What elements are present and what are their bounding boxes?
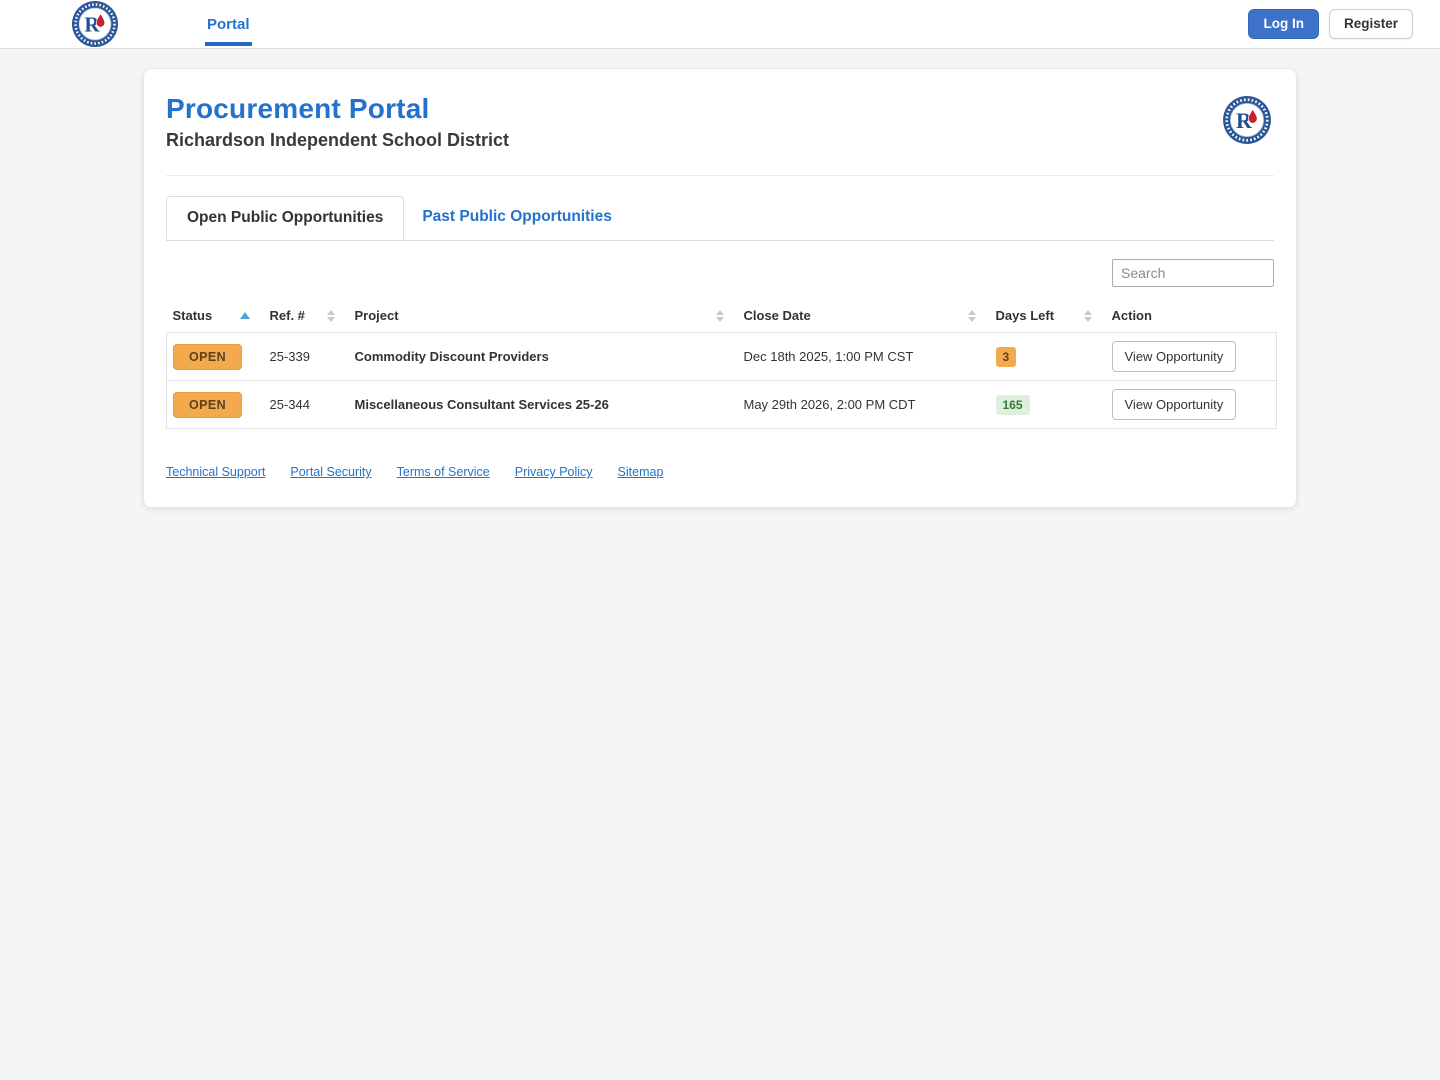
column-label: Status [172, 308, 213, 323]
status-badge: OPEN [173, 391, 243, 418]
column-label: Ref. # [269, 308, 305, 323]
days-left-badge: 3 [995, 346, 1017, 367]
top-navbar: R Portal Log In Register [0, 0, 1440, 49]
search-row [166, 259, 1274, 287]
search-input[interactable] [1112, 259, 1274, 287]
sort-both-icon [326, 309, 335, 322]
status-badge: OPEN [173, 343, 243, 370]
column-header-action: Action [1106, 299, 1277, 333]
column-header-ref[interactable]: Ref. # [264, 299, 349, 333]
sort-both-icon [967, 309, 976, 322]
table-row: OPEN 25-344 Miscellaneous Consultant Ser… [166, 380, 1277, 429]
opportunities-table: Status Ref. # Project Close Date Days Le… [166, 299, 1277, 429]
procurement-portal-card: Procurement Portal Richardson Independen… [143, 68, 1297, 508]
days-left-badge: 165 [995, 394, 1030, 415]
link-technical-support[interactable]: Technical Support [166, 465, 265, 479]
view-opportunity-button[interactable]: View Opportunity [1111, 389, 1237, 420]
table-header-row: Status Ref. # Project Close Date Days Le… [167, 299, 1277, 333]
tab-past-public-opportunities[interactable]: Past Public Opportunities [404, 196, 629, 240]
ref-number: 25-344 [269, 397, 310, 412]
register-button[interactable]: Register [1328, 8, 1413, 40]
login-button[interactable]: Log In [1248, 8, 1319, 40]
table-row: OPEN 25-339 Commodity Discount Providers… [167, 333, 1277, 381]
close-date: Dec 18th 2025, 1:00 PM CST [743, 349, 914, 364]
sort-both-icon [1083, 309, 1092, 322]
page-subtitle: Richardson Independent School District [166, 130, 510, 150]
close-date: May 29th 2026, 2:00 PM CDT [743, 397, 916, 412]
district-seal-logo-icon: R [1223, 96, 1271, 144]
column-label: Project [354, 308, 399, 323]
sort-ascending-icon [239, 312, 250, 319]
column-label: Close Date [743, 308, 811, 323]
link-privacy-policy[interactable]: Privacy Policy [515, 465, 593, 479]
view-opportunity-button[interactable]: View Opportunity [1111, 341, 1237, 372]
column-label: Days Left [995, 308, 1055, 323]
page-title: Procurement Portal [166, 93, 430, 124]
link-portal-security[interactable]: Portal Security [290, 465, 371, 479]
card-header: Procurement Portal Richardson Independen… [166, 93, 1274, 151]
nav-links: Portal [205, 0, 252, 48]
column-header-days-left[interactable]: Days Left [990, 299, 1106, 333]
nav-actions: Log In Register [1248, 8, 1413, 40]
column-header-project[interactable]: Project [349, 299, 738, 333]
tab-open-public-opportunities[interactable]: Open Public Opportunities [166, 196, 405, 240]
opportunity-tabs: Open Public Opportunities Past Public Op… [166, 196, 1274, 241]
column-label: Action [1111, 308, 1152, 323]
ref-number: 25-339 [269, 349, 310, 364]
card-footer-links: Technical Support Portal Security Terms … [166, 465, 1274, 479]
column-header-close-date[interactable]: Close Date [738, 299, 990, 333]
link-terms-of-service[interactable]: Terms of Service [397, 465, 490, 479]
header-divider [166, 175, 1274, 176]
link-sitemap[interactable]: Sitemap [618, 465, 664, 479]
district-seal-logo-icon: R [72, 1, 118, 47]
column-header-status[interactable]: Status [167, 299, 264, 333]
project-name: Miscellaneous Consultant Services 25-26 [354, 397, 609, 412]
sort-both-icon [715, 309, 724, 322]
card-header-text: Procurement Portal Richardson Independen… [166, 93, 509, 151]
project-name: Commodity Discount Providers [354, 349, 549, 364]
nav-item-portal[interactable]: Portal [205, 0, 252, 48]
